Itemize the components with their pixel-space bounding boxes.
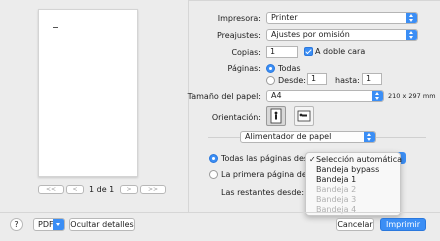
printer-select[interactable]: Printer [266,12,418,24]
orientation-label: Orientación: [211,113,261,122]
help-button[interactable]: ? [10,218,23,231]
pages-label: Páginas: [227,64,261,73]
feed-all-pages-label: Todas las páginas desde [221,154,319,163]
paper-size-label: Tamaño del papel: [187,92,261,101]
first-page-button[interactable]: << [38,185,64,194]
page-counter: 1 de 1 [89,185,115,194]
pdf-menu-arrow-icon [53,219,64,230]
paper-source-menu: ✓ Selección automática Bandeja bypass Ba… [305,152,402,216]
pane-divider [188,0,189,212]
cancel-button[interactable]: Cancelar [336,218,374,231]
presets-value: Ajustes por omisión [271,30,350,39]
next-page-button[interactable]: > [120,185,138,194]
pages-to-input[interactable]: 1 [362,73,382,85]
paper-size-select-arrows-icon [372,91,383,101]
copies-input[interactable]: 1 [266,46,298,58]
section-value: Alimentador de papel [245,132,332,141]
pages-from-label: Desde: [278,76,306,85]
feed-all-pages-radio[interactable] [209,154,218,163]
paper-size-select[interactable]: A4 [266,90,384,102]
printer-label: Impresora: [217,14,261,23]
copies-label: Copias: [231,48,261,57]
presets-label: Preajustes: [216,31,261,40]
presets-select-arrows-icon [406,30,417,40]
last-page-button[interactable]: >> [140,185,166,194]
pages-range-radio[interactable] [266,76,275,85]
duplex-checkbox[interactable] [304,47,313,56]
duplex-label: A doble cara [315,47,366,56]
orientation-portrait-button[interactable] [266,106,286,126]
feed-remaining-label: Las restantes desde: [221,188,305,197]
page-preview [38,9,138,177]
menu-item-tray-1[interactable]: Bandeja 1 [306,175,400,185]
pdf-button[interactable]: PDF [33,218,65,231]
top-divider [188,0,440,1]
pdf-label: PDF [38,220,54,229]
presets-select[interactable]: Ajustes por omisión [266,29,418,41]
section-select-arrows-icon [364,132,375,142]
pages-all-radio[interactable] [266,64,275,73]
hide-details-button[interactable]: Ocultar detalles [69,218,135,231]
printer-value: Printer [271,13,298,22]
help-icon: ? [14,220,19,229]
menu-item-tray-3: Bandeja 3 [316,195,357,204]
paper-size-value: A4 [271,91,282,100]
portrait-person-icon [270,108,282,124]
printer-select-arrows-icon [406,13,417,23]
orientation-landscape-button[interactable] [294,106,314,126]
feed-first-page-radio[interactable] [209,170,218,179]
menu-item-auto[interactable]: ✓ Selección automática [306,155,402,165]
menu-item-tray-2: Bandeja 2 [316,185,357,194]
checkmark-icon: ✓ [309,155,316,164]
footer-divider [0,212,440,213]
landscape-person-icon [297,110,311,122]
paper-dimensions: 210 x 297 mm [388,92,436,100]
preview-content-mark [53,27,58,28]
pages-to-label: hasta: [335,76,360,85]
pages-all-label: Todas [278,64,301,73]
pages-from-input[interactable]: 1 [307,73,327,85]
section-select[interactable]: Alimentador de papel [240,131,376,143]
menu-item-tray-4: Bandeja 4 [316,205,357,214]
print-button[interactable]: Imprimir [380,218,426,231]
prev-page-button[interactable]: < [66,185,84,194]
menu-item-bypass[interactable]: Bandeja bypass [306,165,400,175]
